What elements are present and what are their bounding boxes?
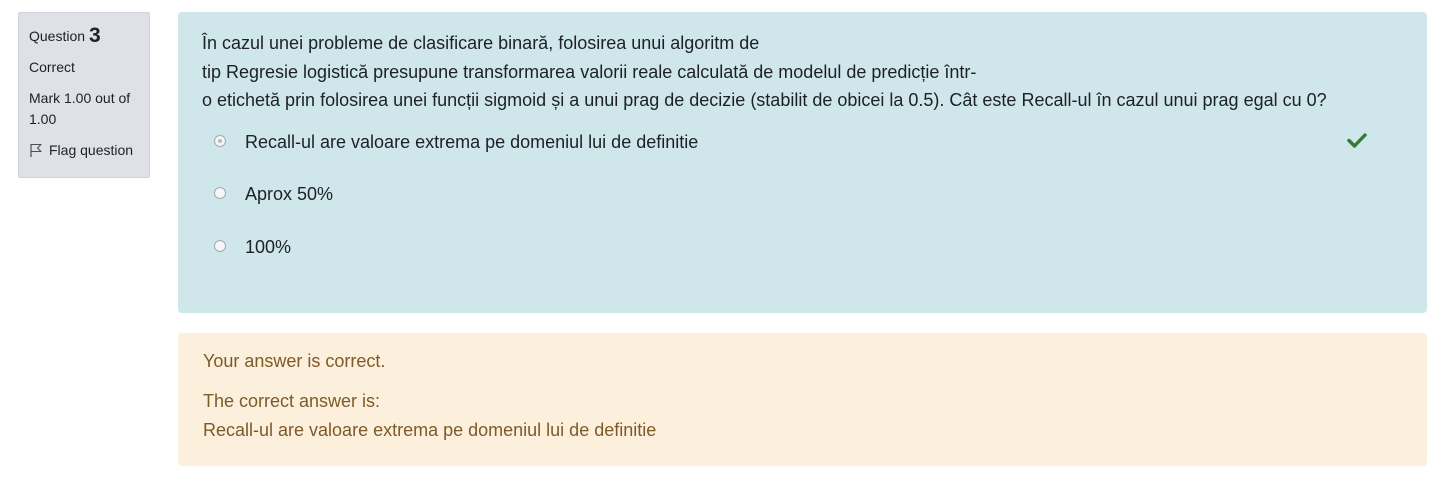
question-text: În cazul unei probleme de clasificare bi… <box>202 29 1403 115</box>
answer-label-1: Recall-ul are valoare extrema pe domeniu… <box>245 131 699 152</box>
question-number: Question 3 <box>29 24 139 48</box>
question-formulation: În cazul unei probleme de clasificare bi… <box>178 12 1427 313</box>
answer-options: Recall-ul are valoare extrema pe domeniu… <box>202 128 1403 286</box>
question-text-line: o etichetă prin folosirea unei funcții s… <box>202 90 1327 110</box>
feedback-text: Your answer is correct. <box>203 351 386 371</box>
answer-radio-3[interactable] <box>214 239 226 252</box>
answer-option-3[interactable]: 100% <box>202 233 1403 286</box>
checkmark-icon <box>1347 132 1367 153</box>
answer-label-2: Aprox 50% <box>245 184 334 204</box>
answer-label-3: 100% <box>245 236 292 257</box>
right-answer: The correct answer is: Recall-ul are val… <box>203 387 1402 445</box>
flag-outline-icon <box>29 143 43 158</box>
answer-radio-2[interactable] <box>214 187 226 199</box>
question-info-panel: Question 3 Correct Mark 1.00 out of 1.00… <box>18 12 150 178</box>
flag-question-label: Flag question <box>49 142 134 158</box>
question-prefix: Question <box>29 28 86 44</box>
answer-radio-1[interactable] <box>214 134 226 147</box>
flag-question-link[interactable]: Flag question <box>29 142 139 158</box>
right-answer-heading: The correct answer is: <box>203 391 381 411</box>
answer-option-2[interactable]: Aprox 50% <box>202 180 1403 233</box>
answer-option-1[interactable]: Recall-ul are valoare extrema pe domeniu… <box>202 128 1403 181</box>
right-answer-value: Recall-ul are valoare extrema pe domeniu… <box>203 420 657 440</box>
question-text-line: tip Regresie logistică presupune transfo… <box>202 61 977 82</box>
question-state: Correct <box>29 59 75 75</box>
question-text-line: În cazul unei probleme de clasificare bi… <box>202 33 760 53</box>
question-number-value: 3 <box>88 24 101 47</box>
question-grade: Mark 1.00 out of 1.00 <box>29 90 131 127</box>
question-outcome: Your answer is correct. The correct answ… <box>178 333 1427 466</box>
